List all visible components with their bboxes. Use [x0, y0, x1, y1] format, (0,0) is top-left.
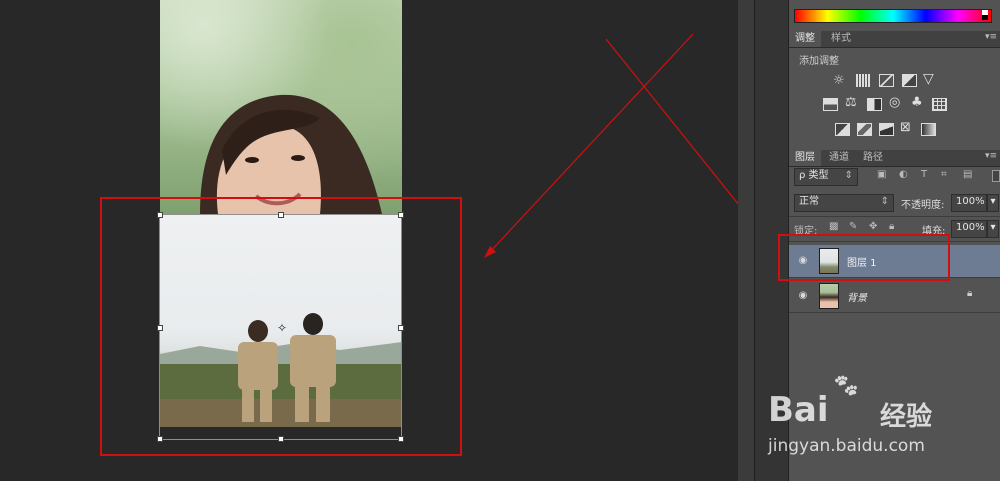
- lock-position-icon[interactable]: ✥: [869, 221, 877, 232]
- color-balance-icon[interactable]: ⚖: [845, 95, 860, 110]
- watermark-url: jingyan.baidu.com: [768, 436, 925, 456]
- divider: [789, 216, 1000, 217]
- layer-filter-kind-select[interactable]: ρ 类型 ⇕: [794, 168, 858, 186]
- tab-styles[interactable]: 样式: [825, 31, 857, 47]
- black-swatch[interactable]: [982, 15, 988, 20]
- tab-layers[interactable]: 图层: [789, 150, 821, 166]
- adjustments-panel-header: 调整 样式 ▾≡: [789, 31, 1000, 48]
- hue-saturation-icon[interactable]: [823, 98, 838, 111]
- invert-icon[interactable]: [835, 123, 850, 136]
- updown-arrow-icon: ⇕: [880, 196, 889, 207]
- add-adjustment-label: 添加调整: [799, 56, 839, 67]
- layer-thumbnail: [819, 283, 839, 309]
- black-white-icon[interactable]: [867, 98, 882, 111]
- canvas-scrollbar[interactable]: [738, 0, 754, 481]
- opacity-input[interactable]: 100%: [951, 194, 987, 212]
- photo-filter-icon[interactable]: ◎: [889, 95, 904, 110]
- color-lookup-icon[interactable]: [932, 98, 947, 111]
- lock-image-icon[interactable]: ✎: [849, 221, 857, 232]
- levels-icon[interactable]: [856, 74, 871, 87]
- channel-mixer-icon[interactable]: ♣: [911, 95, 926, 110]
- gradient-map-icon[interactable]: [921, 123, 936, 136]
- blend-mode-select[interactable]: 正常 ⇕: [794, 194, 894, 212]
- tab-channels[interactable]: 通道: [823, 150, 855, 166]
- panel-menu-icon[interactable]: ▾≡: [985, 32, 997, 42]
- fill-input[interactable]: 100%: [951, 220, 987, 238]
- filter-kind-label: ρ 类型: [799, 170, 829, 181]
- filter-type-icon[interactable]: T: [921, 169, 927, 180]
- filter-smart-object-icon[interactable]: ▤: [963, 169, 972, 180]
- threshold-icon[interactable]: [879, 123, 894, 136]
- tab-paths[interactable]: 路径: [857, 150, 889, 166]
- curves-icon[interactable]: [879, 74, 894, 87]
- selective-color-icon[interactable]: ⊠: [900, 120, 915, 135]
- filter-adjustment-icon[interactable]: ◐: [899, 169, 908, 180]
- layer-name[interactable]: 背景: [847, 289, 867, 304]
- brightness-contrast-icon[interactable]: ☼: [833, 73, 848, 88]
- layer-row-background[interactable]: ◉ 背景 🔒︎: [789, 280, 1000, 313]
- tab-adjustments[interactable]: 调整: [789, 31, 821, 47]
- paw-icon: 🐾︎: [832, 374, 860, 399]
- opacity-label: 不透明度:: [901, 200, 945, 211]
- vibrance-icon[interactable]: ▽: [923, 71, 938, 87]
- annotation-arrow-to-canvas: [487, 33, 694, 255]
- blend-mode-value: 正常: [799, 196, 819, 207]
- exposure-icon[interactable]: [902, 74, 917, 87]
- filter-toggle-switch[interactable]: [992, 170, 1000, 182]
- lock-transparent-icon[interactable]: ▩: [829, 221, 838, 232]
- annotation-highlight-box: [778, 234, 950, 281]
- baidu-jingyan-watermark: Bai 🐾︎ 经验 jingyan.baidu.com: [768, 374, 990, 470]
- layer-lock-icon: 🔒︎: [967, 288, 973, 299]
- updown-arrow-icon: ⇕: [844, 170, 853, 181]
- filter-pixel-icon[interactable]: ▣: [877, 169, 886, 180]
- layers-panel-header: 图层 通道 路径 ▾≡: [789, 150, 1000, 167]
- opacity-dropdown-arrow-icon[interactable]: ▾: [987, 194, 999, 212]
- watermark-logo-cn: 经验: [880, 402, 933, 432]
- filter-shape-icon[interactable]: ⌗: [941, 169, 947, 180]
- panel-menu-icon[interactable]: ▾≡: [985, 151, 997, 161]
- lock-all-icon[interactable]: 🔒︎: [889, 221, 894, 232]
- visibility-eye-icon[interactable]: ◉: [797, 290, 809, 302]
- fill-dropdown-arrow-icon[interactable]: ▾: [987, 220, 999, 238]
- color-spectrum-bar[interactable]: [794, 9, 992, 23]
- watermark-logo-text: Bai: [768, 390, 829, 430]
- posterize-icon[interactable]: [857, 123, 872, 136]
